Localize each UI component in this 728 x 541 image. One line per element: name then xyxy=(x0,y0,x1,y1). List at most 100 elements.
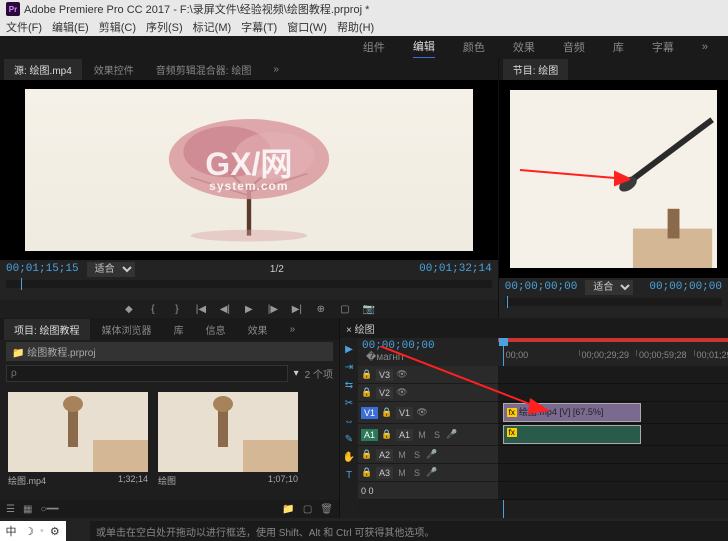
new-bin-icon[interactable]: 📁 xyxy=(282,504,294,515)
ime-bar[interactable]: 中 ☽ • ⚙ xyxy=(0,521,66,541)
timeline-zoom-scrollbar[interactable] xyxy=(498,482,728,500)
in-point-icon[interactable]: { xyxy=(145,302,161,316)
lock-icon[interactable]: 🔒 xyxy=(381,407,393,418)
program-in-timecode[interactable]: 00;00;00;00 xyxy=(505,281,578,293)
program-out-timecode[interactable]: 00;00;00;00 xyxy=(649,281,722,293)
out-point-icon[interactable]: } xyxy=(169,302,185,316)
insert-icon[interactable]: ⊕ xyxy=(313,302,329,316)
new-item-icon[interactable]: ▢ xyxy=(303,504,312,515)
source-fit-dropdown[interactable]: 适合 xyxy=(87,262,135,277)
source-out-timecode[interactable]: 00;01;32;14 xyxy=(419,263,492,275)
ws-tab-editing[interactable]: 编辑 xyxy=(413,35,435,59)
step-fwd-icon[interactable]: |▶ xyxy=(265,302,281,316)
solo-icon[interactable]: S xyxy=(431,430,443,440)
source-scrub-bar[interactable] xyxy=(6,280,492,288)
solo-icon[interactable]: S xyxy=(411,450,423,460)
search-dropdown-icon[interactable]: ▾ xyxy=(294,368,299,379)
mute-icon[interactable]: M xyxy=(416,430,428,440)
menu-sequence[interactable]: 序列(S) xyxy=(146,19,183,35)
list-view-icon[interactable]: ☰ xyxy=(6,504,15,515)
ws-tab-audio[interactable]: 音频 xyxy=(563,36,585,58)
hand-tool-icon[interactable]: ✋ xyxy=(342,450,356,464)
source-video-viewport[interactable]: GX/网 system.com xyxy=(0,80,498,260)
ws-tab-titles[interactable]: 字幕 xyxy=(652,36,674,58)
project-item[interactable]: 绘图1;07;10 xyxy=(158,392,298,492)
track-label[interactable]: A2 xyxy=(376,449,393,461)
program-fit-dropdown[interactable]: 适合 xyxy=(585,280,633,295)
source-zoom-level[interactable]: 1/2 xyxy=(270,264,284,275)
mute-icon[interactable]: M xyxy=(396,468,408,478)
timeline-ruler[interactable]: 00;00 00;00;29;29 00;00;59;28 00;01;29;2… xyxy=(498,338,728,366)
toggle-output-icon[interactable]: 👁 xyxy=(396,387,408,398)
ws-tab-assembly[interactable]: 组件 xyxy=(363,36,385,58)
track-label[interactable]: V2 xyxy=(376,387,393,399)
audio-clip[interactable]: fx xyxy=(503,425,641,444)
project-tabs-more[interactable]: » xyxy=(280,321,306,338)
menu-marker[interactable]: 标记(M) xyxy=(193,19,232,35)
lock-icon[interactable]: 🔒 xyxy=(361,387,373,398)
source-patch-v1[interactable]: V1 xyxy=(361,407,378,419)
ws-tab-library[interactable]: 库 xyxy=(613,36,624,58)
timeline-playhead-timecode[interactable]: 00;00;00;00 xyxy=(362,340,494,352)
overwrite-icon[interactable]: ▢ xyxy=(337,302,353,316)
lock-icon[interactable]: 🔒 xyxy=(361,467,373,478)
go-to-out-icon[interactable]: ▶| xyxy=(289,302,305,316)
marker-icon[interactable]: ◆ xyxy=(121,302,137,316)
program-scrub-bar[interactable] xyxy=(505,298,722,306)
go-to-in-icon[interactable]: |◀ xyxy=(193,302,209,316)
slip-tool-icon[interactable]: ⇔ xyxy=(342,414,356,428)
track-lane[interactable]: fx绘图.mp4 [V] [67.5%] xyxy=(498,402,728,424)
track-label[interactable]: V3 xyxy=(376,369,393,381)
icon-view-icon[interactable]: ▦ xyxy=(23,504,32,515)
menu-clip[interactable]: 剪辑(C) xyxy=(99,19,136,35)
lock-icon[interactable]: 🔒 xyxy=(381,429,393,440)
effect-controls-tab[interactable]: 效果控件 xyxy=(84,59,144,80)
ws-tab-color[interactable]: 颜色 xyxy=(463,36,485,58)
menu-edit[interactable]: 编辑(E) xyxy=(52,19,89,35)
track-lane[interactable] xyxy=(498,384,728,402)
mute-icon[interactable]: M xyxy=(396,450,408,460)
media-browser-tab[interactable]: 媒体浏览器 xyxy=(92,319,162,340)
step-back-icon[interactable]: ◀| xyxy=(217,302,233,316)
ime-lang-icon[interactable]: 中 xyxy=(4,524,18,538)
ws-tab-effects[interactable]: 效果 xyxy=(513,36,535,58)
track-select-tool-icon[interactable]: ⇥ xyxy=(342,360,356,374)
track-label[interactable]: V1 xyxy=(396,407,413,419)
video-clip[interactable]: fx绘图.mp4 [V] [67.5%] xyxy=(503,403,641,422)
source-patch-a1[interactable]: A1 xyxy=(361,429,378,441)
project-search-input[interactable] xyxy=(6,365,288,382)
track-label[interactable]: A1 xyxy=(396,429,413,441)
razor-tool-icon[interactable]: ✂ xyxy=(342,396,356,410)
voice-icon[interactable]: 🎤 xyxy=(426,467,438,478)
solo-icon[interactable]: S xyxy=(411,468,423,478)
source-tabs-more[interactable]: » xyxy=(263,61,289,78)
export-frame-icon[interactable]: 📷 xyxy=(361,302,377,316)
type-tool-icon[interactable]: T xyxy=(342,468,356,482)
toggle-output-icon[interactable]: 👁 xyxy=(396,369,408,380)
ws-tab-more[interactable]: » xyxy=(702,41,708,53)
selection-tool-icon[interactable]: ▶ xyxy=(342,342,356,356)
track-lane[interactable] xyxy=(498,464,728,482)
menu-help[interactable]: 帮助(H) xyxy=(337,19,374,35)
track-label[interactable]: A3 xyxy=(376,467,393,479)
zoom-slider[interactable]: ○━━ xyxy=(40,504,58,515)
voice-icon[interactable]: 🎤 xyxy=(426,449,438,460)
track-lane[interactable] xyxy=(498,366,728,384)
libraries-tab[interactable]: 库 xyxy=(164,319,194,340)
ime-mode-icon[interactable]: ☽ xyxy=(22,524,36,538)
menu-title[interactable]: 字幕(T) xyxy=(241,19,277,35)
menu-window[interactable]: 窗口(W) xyxy=(287,19,327,35)
ripple-tool-icon[interactable]: ⇆ xyxy=(342,378,356,392)
project-file-path[interactable]: 📁 绘图教程.prproj xyxy=(6,342,333,361)
pen-tool-icon[interactable]: ✎ xyxy=(342,432,356,446)
delete-icon[interactable]: 🗑 xyxy=(320,504,333,515)
project-tab[interactable]: 项目: 绘图教程 xyxy=(4,319,90,340)
info-tab[interactable]: 信息 xyxy=(196,319,236,340)
track-lane[interactable] xyxy=(498,446,728,464)
source-tab[interactable]: 源: 绘图.mp4 xyxy=(4,59,82,80)
program-video-viewport[interactable] xyxy=(499,80,728,278)
sequence-tab[interactable]: × 绘图 xyxy=(346,321,375,336)
menu-file[interactable]: 文件(F) xyxy=(6,19,42,35)
audio-mixer-tab[interactable]: 音频剪辑混合器: 绘图 xyxy=(146,59,262,80)
lock-icon[interactable]: 🔒 xyxy=(361,449,373,460)
